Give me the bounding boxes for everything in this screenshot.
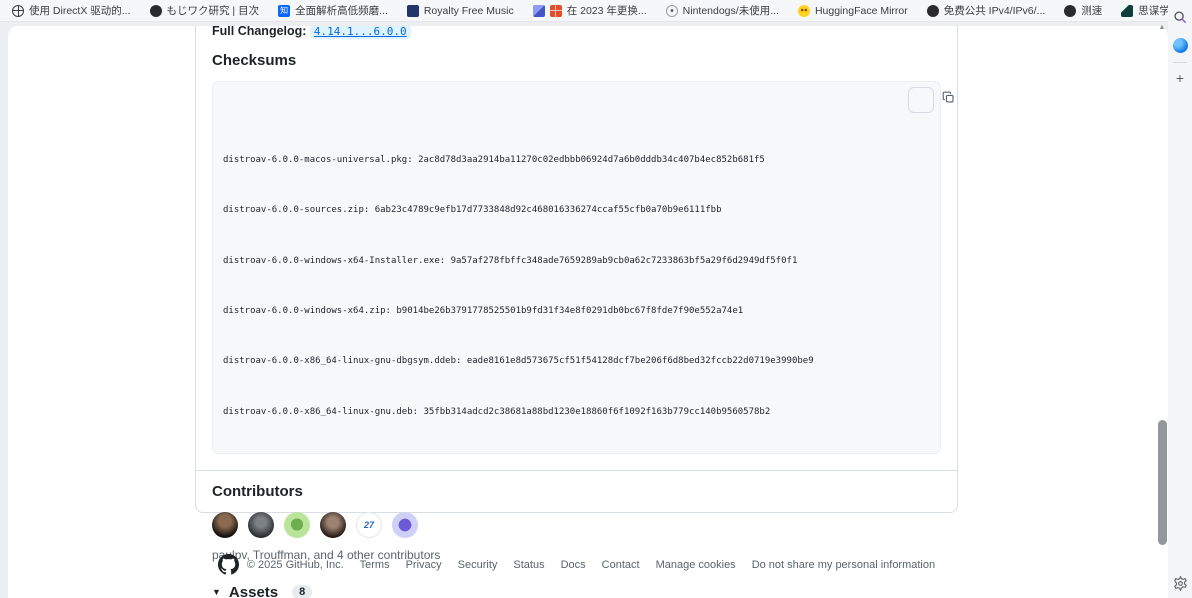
footer-link[interactable]: Docs bbox=[561, 559, 586, 571]
github-release-page: Full Changelog: 4.14.1...6.0.0 Checksums… bbox=[8, 26, 1168, 598]
bookmark-label: 在 2023 年更换... bbox=[566, 5, 647, 17]
footer-brand: © 2025 GitHub, Inc. bbox=[217, 554, 344, 575]
footer-link[interactable]: Contact bbox=[602, 559, 640, 571]
sidebar-divider bbox=[1173, 62, 1187, 63]
bookmark-favicon-icon bbox=[1064, 4, 1077, 17]
checksum-line: distroav-6.0.0-windows-x64-Installer.exe… bbox=[223, 255, 798, 266]
footer-link[interactable]: Manage cookies bbox=[656, 559, 736, 571]
copy-icon bbox=[887, 79, 954, 122]
bookmark-label: 免费公共 IPv4/IPv6/... bbox=[943, 5, 1046, 17]
bookmark-favicon-icon bbox=[1121, 4, 1134, 17]
footer-link[interactable]: Status bbox=[513, 559, 544, 571]
bookmark-favicon2-icon bbox=[549, 4, 562, 17]
bookmark-label: Nintendogs/未使用... bbox=[682, 5, 779, 17]
site-footer: © 2025 GitHub, Inc. Terms Privacy Securi… bbox=[195, 554, 958, 575]
full-changelog-line: Full Changelog: 4.14.1...6.0.0 bbox=[212, 26, 941, 39]
bookmark-item[interactable]: 在 2023 年更换... bbox=[532, 3, 647, 18]
avatar[interactable] bbox=[284, 511, 310, 538]
bookmark-favicon-icon bbox=[797, 4, 810, 17]
avatar[interactable] bbox=[248, 511, 274, 538]
footer-link[interactable]: Security bbox=[458, 559, 498, 571]
bookmark-favicon-icon bbox=[532, 4, 545, 17]
assets-toggle[interactable]: ▼ Assets 8 bbox=[212, 584, 941, 598]
bookmark-item[interactable]: Royalty Free Music bbox=[406, 4, 514, 17]
checksums-code-block: distroav-6.0.0-macos-universal.pkg: 2ac8… bbox=[212, 81, 954, 454]
bookmark-favicon-icon bbox=[149, 4, 162, 17]
checksum-line: distroav-6.0.0-x86_64-linux-gnu-dbgsym.d… bbox=[223, 356, 814, 367]
footer-links: Terms Privacy Security Status Docs Conta… bbox=[360, 559, 935, 571]
bookmark-item[interactable]: HuggingFace Mirror bbox=[797, 4, 908, 17]
bookmark-item[interactable]: 测速 bbox=[1064, 3, 1102, 18]
sidebar-add-icon[interactable]: + bbox=[1176, 71, 1184, 85]
avatar[interactable]: 27 bbox=[356, 511, 382, 538]
browser-sidebar: + bbox=[1168, 0, 1192, 598]
bookmark-label: 使用 DirectX 驱动的... bbox=[29, 5, 131, 17]
bookmarks-bar: 使用 DirectX 驱动的... もじワク研究 | 目次 全面解析高低频磨..… bbox=[0, 0, 1192, 22]
contributor-avatars: 27 bbox=[212, 511, 941, 538]
bookmark-item[interactable]: 免费公共 IPv4/IPv6/... bbox=[926, 3, 1046, 18]
bookmark-item[interactable]: 全面解析高低频磨... bbox=[278, 3, 388, 18]
sidebar-app-icon[interactable] bbox=[1172, 38, 1188, 53]
copy-button[interactable] bbox=[908, 87, 954, 113]
settings-gear-icon[interactable] bbox=[1172, 575, 1188, 591]
section-divider bbox=[196, 469, 957, 471]
avatar[interactable] bbox=[320, 511, 346, 538]
bookmark-label: Royalty Free Music bbox=[423, 4, 514, 17]
bookmark-item[interactable]: 使用 DirectX 驱动的... bbox=[12, 3, 131, 18]
checksum-line: distroav-6.0.0-macos-universal.pkg: 2ac8… bbox=[223, 154, 765, 165]
assets-count-badge: 8 bbox=[292, 585, 313, 598]
footer-copyright: © 2025 GitHub, Inc. bbox=[246, 558, 344, 571]
full-changelog-link[interactable]: 4.14.1...6.0.0 bbox=[309, 26, 411, 39]
footer-link[interactable]: Do not share my personal information bbox=[752, 559, 935, 571]
checksums-heading: Checksums bbox=[212, 52, 297, 69]
release-card: Full Changelog: 4.14.1...6.0.0 Checksums… bbox=[195, 26, 958, 598]
contributors-heading: Contributors bbox=[212, 482, 303, 500]
bookmark-favicon-icon bbox=[665, 4, 678, 17]
bookmark-label: もじワク研究 | 目次 bbox=[166, 5, 260, 17]
bookmark-favicon-icon bbox=[278, 4, 291, 17]
scrollbar-up-arrow[interactable]: ▲ bbox=[1156, 23, 1168, 33]
checksum-line: distroav-6.0.0-x86_64-linux-gnu.deb: 35f… bbox=[223, 406, 771, 417]
scrollbar-thumb[interactable] bbox=[1158, 420, 1167, 545]
bookmark-item[interactable]: もじワク研究 | 目次 bbox=[149, 3, 260, 18]
avatar[interactable] bbox=[392, 511, 418, 538]
bookmark-label: 测速 bbox=[1081, 5, 1103, 17]
search-icon[interactable] bbox=[1172, 9, 1188, 25]
footer-link[interactable]: Terms bbox=[360, 559, 390, 571]
bookmark-favicon-icon bbox=[12, 4, 24, 17]
bookmark-item[interactable]: Nintendogs/未使用... bbox=[665, 3, 779, 18]
bookmark-label: 全面解析高低频磨... bbox=[295, 5, 388, 17]
avatar[interactable] bbox=[212, 511, 238, 538]
bookmark-label: HuggingFace Mirror bbox=[814, 4, 908, 17]
checksum-line: distroav-6.0.0-sources.zip: 6ab23c4789c9… bbox=[223, 205, 722, 216]
footer-link[interactable]: Privacy bbox=[406, 559, 442, 571]
bookmark-favicon-icon bbox=[406, 4, 419, 17]
full-changelog-label: Full Changelog: bbox=[212, 26, 307, 38]
checksum-line: distroav-6.0.0-windows-x64.zip: b9014be2… bbox=[223, 306, 744, 317]
assets-heading: Assets bbox=[228, 583, 279, 598]
bookmark-favicon-icon bbox=[926, 4, 939, 17]
github-logo-icon bbox=[217, 554, 239, 575]
caret-down-icon: ▼ bbox=[212, 587, 221, 598]
